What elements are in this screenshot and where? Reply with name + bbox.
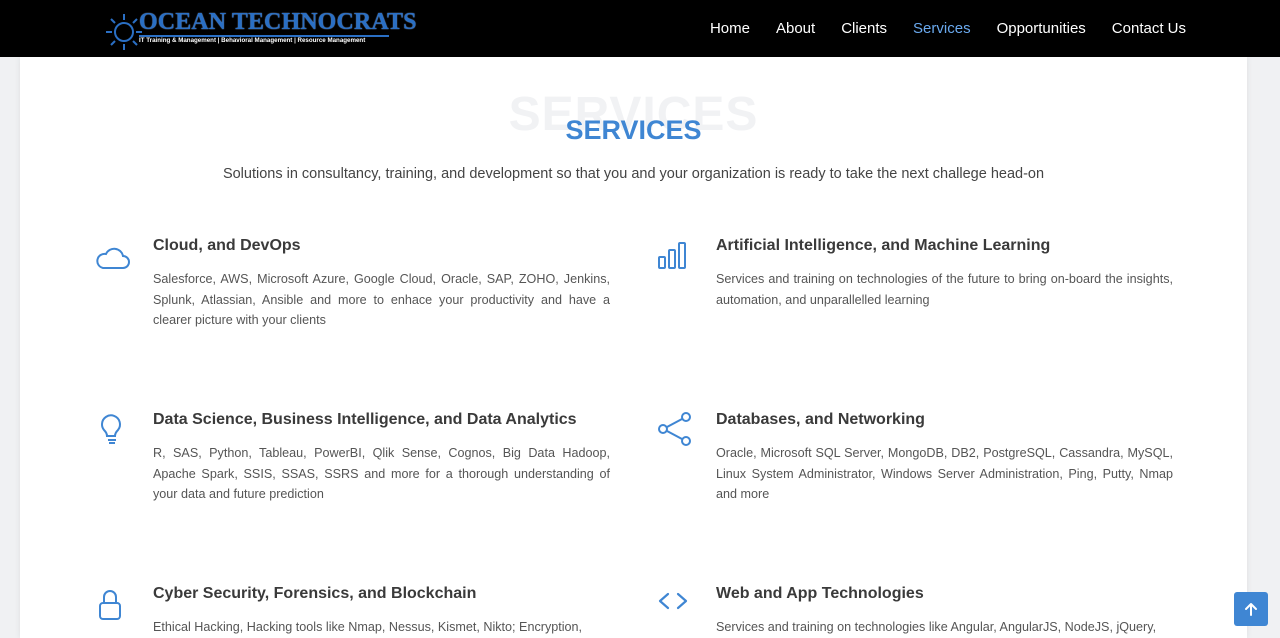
- service-description: Oracle, Microsoft SQL Server, MongoDB, D…: [716, 446, 1173, 501]
- nav-services[interactable]: Services: [913, 20, 971, 37]
- brand-logo[interactable]: OCEAN TECHNOCRATS IT Training & Manageme…: [106, 10, 416, 50]
- service-title: Databases, and Networking: [716, 411, 925, 428]
- service-description: Services and training on technologies of…: [716, 272, 1173, 307]
- cloud-icon: [93, 237, 133, 277]
- service-title: Data Science, Business Intelligence, and…: [153, 411, 577, 428]
- bar-chart-icon: [656, 237, 696, 277]
- code-icon: [656, 585, 696, 625]
- share-icon: [656, 411, 696, 451]
- lock-icon: [93, 585, 133, 625]
- brand-name: OCEAN TECHNOCRATS: [139, 9, 417, 35]
- service-cloud-devops: Cloud, and DevOps Salesforce, AWS, Micro…: [93, 237, 613, 327]
- section-title: SERVICES: [565, 115, 702, 145]
- service-title: Cloud, and DevOps: [153, 237, 301, 254]
- service-title: Web and App Technologies: [716, 585, 924, 602]
- service-title: Artificial Intelligence, and Machine Lea…: [716, 237, 1051, 254]
- service-description: R, SAS, Python, Tableau, PowerBI, Qlik S…: [153, 446, 610, 501]
- nav-about[interactable]: About: [776, 20, 815, 37]
- lightbulb-icon: [93, 411, 133, 451]
- back-to-top-button[interactable]: [1234, 592, 1268, 626]
- service-description: Services and training on technologies li…: [716, 620, 1157, 634]
- service-web-app: Web and App Technologies Services and tr…: [656, 585, 1176, 638]
- brand-tagline: IT Training & Management | Behavioral Ma…: [139, 37, 366, 44]
- service-description: Ethical Hacking, Hacking tools like Nmap…: [153, 620, 583, 634]
- service-databases-networking: Databases, and Networking Oracle, Micros…: [656, 411, 1176, 501]
- nav-clients[interactable]: Clients: [841, 20, 887, 37]
- nav-home[interactable]: Home: [710, 20, 750, 37]
- main-nav: Home About Clients Services Opportunitie…: [684, 0, 1186, 57]
- service-ai-ml: Artificial Intelligence, and Machine Lea…: [656, 237, 1176, 327]
- service-description: Salesforce, AWS, Microsoft Azure, Google…: [153, 272, 610, 327]
- nav-contact-us[interactable]: Contact Us: [1112, 20, 1186, 37]
- sun-logo-icon: [106, 14, 142, 50]
- service-title: Cyber Security, Forensics, and Blockchai…: [153, 585, 477, 602]
- services-section: SERVICES SERVICES Solutions in consultan…: [20, 57, 1247, 638]
- service-cyber-security: Cyber Security, Forensics, and Blockchai…: [93, 585, 613, 638]
- section-subtitle: Solutions in consultancy, training, and …: [222, 166, 1045, 182]
- nav-opportunities[interactable]: Opportunities: [997, 20, 1086, 37]
- service-data-science: Data Science, Business Intelligence, and…: [93, 411, 613, 501]
- navbar: OCEAN TECHNOCRATS IT Training & Manageme…: [0, 0, 1280, 57]
- arrow-up-icon: [1245, 603, 1257, 616]
